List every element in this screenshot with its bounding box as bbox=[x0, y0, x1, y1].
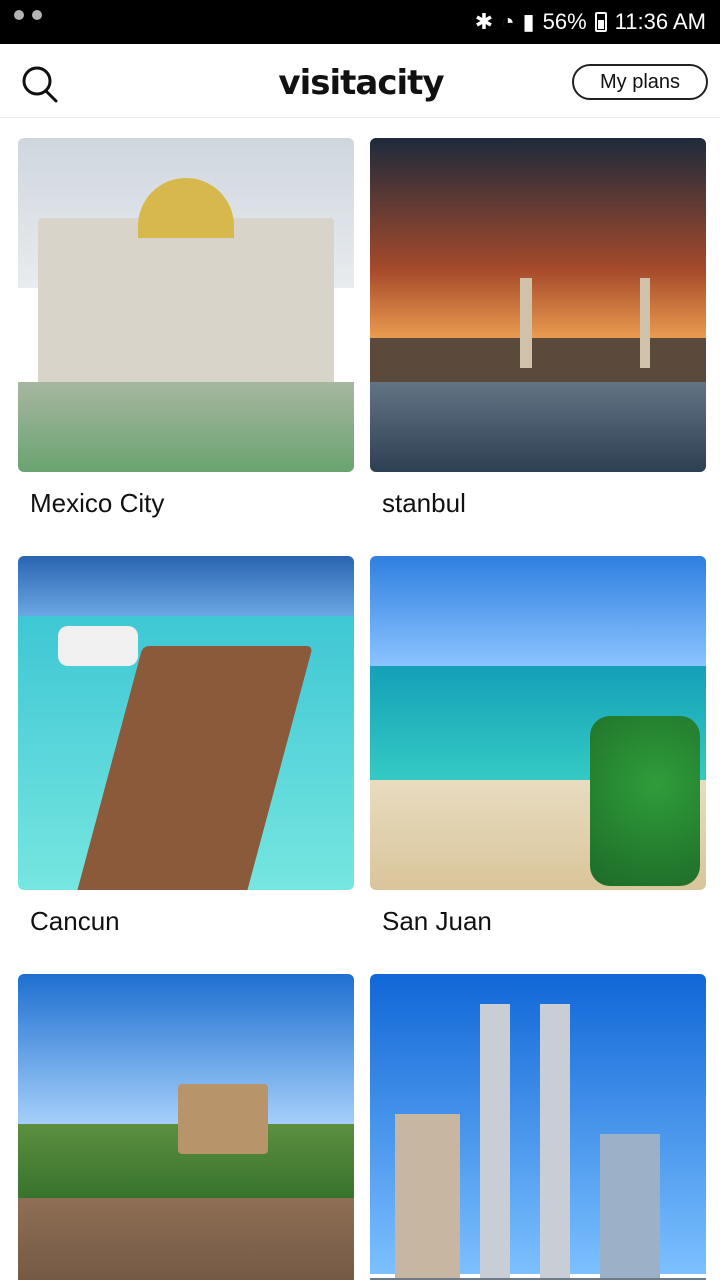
wifi-icon: ◔ bbox=[501, 9, 515, 34]
destination-image[interactable] bbox=[370, 556, 706, 890]
destination-image[interactable] bbox=[18, 556, 354, 890]
bluetooth-icon: ✱ bbox=[474, 9, 494, 34]
notification-dot-icon bbox=[14, 10, 24, 20]
status-bar: ✱ ◔ ▮ 56% 11:36 AM bbox=[0, 0, 720, 44]
destination-image[interactable] bbox=[370, 138, 706, 472]
destination-card-stanbul[interactable]: stanbul bbox=[370, 138, 706, 518]
destination-card-san-juan[interactable]: San Juan bbox=[370, 556, 706, 936]
destination-name: stanbul bbox=[382, 488, 466, 518]
signal-icon: ▮ bbox=[522, 9, 535, 34]
destination-image[interactable] bbox=[18, 974, 354, 1280]
destination-image[interactable] bbox=[370, 974, 706, 1280]
destination-card-great-wall[interactable] bbox=[18, 974, 354, 1280]
notification-icons bbox=[14, 10, 42, 20]
clock: 11:36 AM bbox=[614, 9, 706, 34]
destination-card-kuala-lumpur[interactable] bbox=[370, 974, 706, 1280]
destination-name: San Juan bbox=[382, 906, 492, 936]
destination-name: Cancun bbox=[30, 906, 120, 936]
destination-card-mexico-city[interactable]: Mexico City bbox=[18, 138, 354, 518]
notification-dot-icon bbox=[32, 10, 42, 20]
app-header: visitacity My plans bbox=[0, 44, 720, 118]
app-logo: visitacity bbox=[268, 60, 454, 106]
destination-image[interactable] bbox=[18, 138, 354, 472]
logo-text: visitacity bbox=[278, 63, 444, 103]
search-button[interactable] bbox=[18, 62, 62, 106]
destination-name: Mexico City bbox=[30, 488, 165, 518]
battery-icon bbox=[594, 12, 607, 32]
destination-card-cancun[interactable]: Cancun bbox=[18, 556, 354, 936]
my-plans-button[interactable]: My plans bbox=[572, 64, 708, 100]
battery-percent: 56% bbox=[542, 9, 587, 34]
search-icon bbox=[22, 66, 58, 103]
